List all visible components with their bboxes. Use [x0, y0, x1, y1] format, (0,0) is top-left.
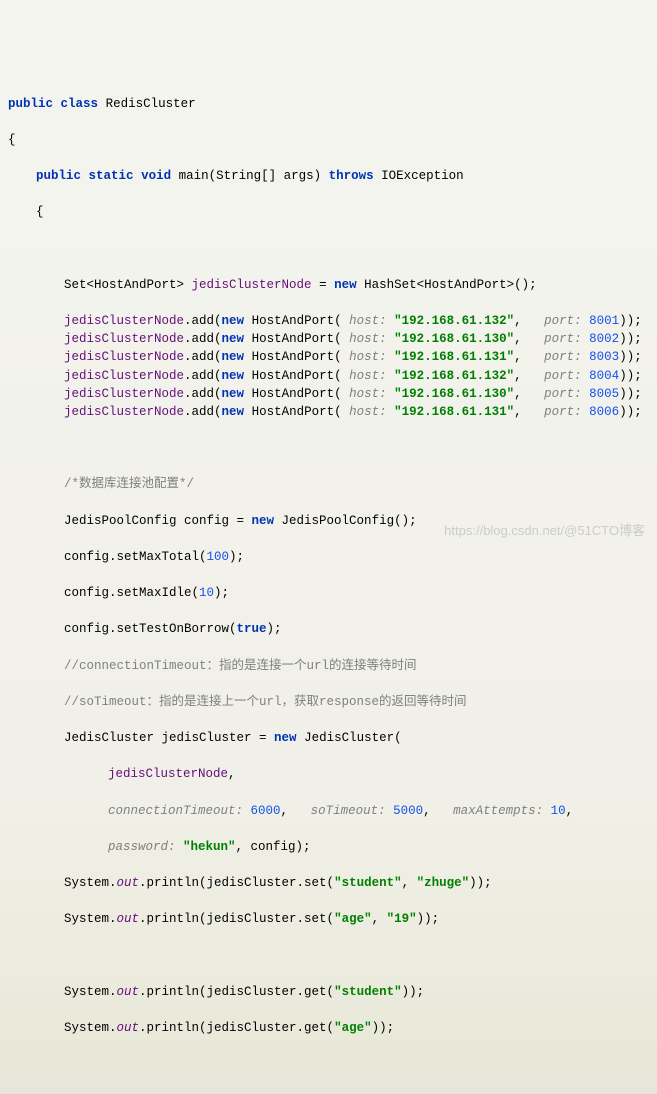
brace: { [8, 203, 649, 221]
config-maxtotal: config.setMaxTotal(100); [8, 548, 649, 566]
close-call: jedisCluster.close(); [8, 1092, 649, 1094]
add-node-line: jedisClusterNode.add(new HostAndPort( ho… [8, 385, 649, 403]
jc-arg-pw: password: "hekun", config); [8, 838, 649, 856]
class-decl: public class RedisCluster [8, 95, 649, 113]
comment-ct: //connectionTimeout：指的是连接一个url的连接等待时间 [8, 657, 649, 675]
jc-arg-node: jedisClusterNode, [8, 765, 649, 783]
brace: { [8, 131, 649, 149]
config-maxidle: config.setMaxIdle(10); [8, 584, 649, 602]
add-node-line: jedisClusterNode.add(new HostAndPort( ho… [8, 403, 649, 421]
code-block: public class RedisCluster { public stati… [8, 77, 649, 1094]
println-get-age: System.out.println(jedisCluster.get("age… [8, 1019, 649, 1037]
blank-line [8, 240, 649, 258]
jc-arg-timeouts: connectionTimeout: 6000, soTimeout: 5000… [8, 802, 649, 820]
watermark: https://blog.csdn.net/@51CTO博客 [444, 522, 645, 541]
println-set-age: System.out.println(jedisCluster.set("age… [8, 910, 649, 928]
blank-line [8, 947, 649, 965]
add-node-line: jedisClusterNode.add(new HostAndPort( ho… [8, 348, 649, 366]
add-node-line: jedisClusterNode.add(new HostAndPort( ho… [8, 367, 649, 385]
add-node-line: jedisClusterNode.add(new HostAndPort( ho… [8, 330, 649, 348]
set-decl: Set<HostAndPort> jedisClusterNode = new … [8, 276, 649, 294]
comment-st: //soTimeout：指的是连接上一个url，获取response的返回等待时… [8, 693, 649, 711]
println-get-student: System.out.println(jedisCluster.get("stu… [8, 983, 649, 1001]
main-decl: public static void main(String[] args) t… [8, 167, 649, 185]
config-borrow: config.setTestOnBorrow(true); [8, 620, 649, 638]
add-node-line: jedisClusterNode.add(new HostAndPort( ho… [8, 312, 649, 330]
blank-line [8, 439, 649, 457]
println-set-student: System.out.println(jedisCluster.set("stu… [8, 874, 649, 892]
blank-line [8, 1055, 649, 1073]
jediscluster-decl: JedisCluster jedisCluster = new JedisClu… [8, 729, 649, 747]
comment-pool: /*数据库连接池配置*/ [8, 475, 649, 493]
